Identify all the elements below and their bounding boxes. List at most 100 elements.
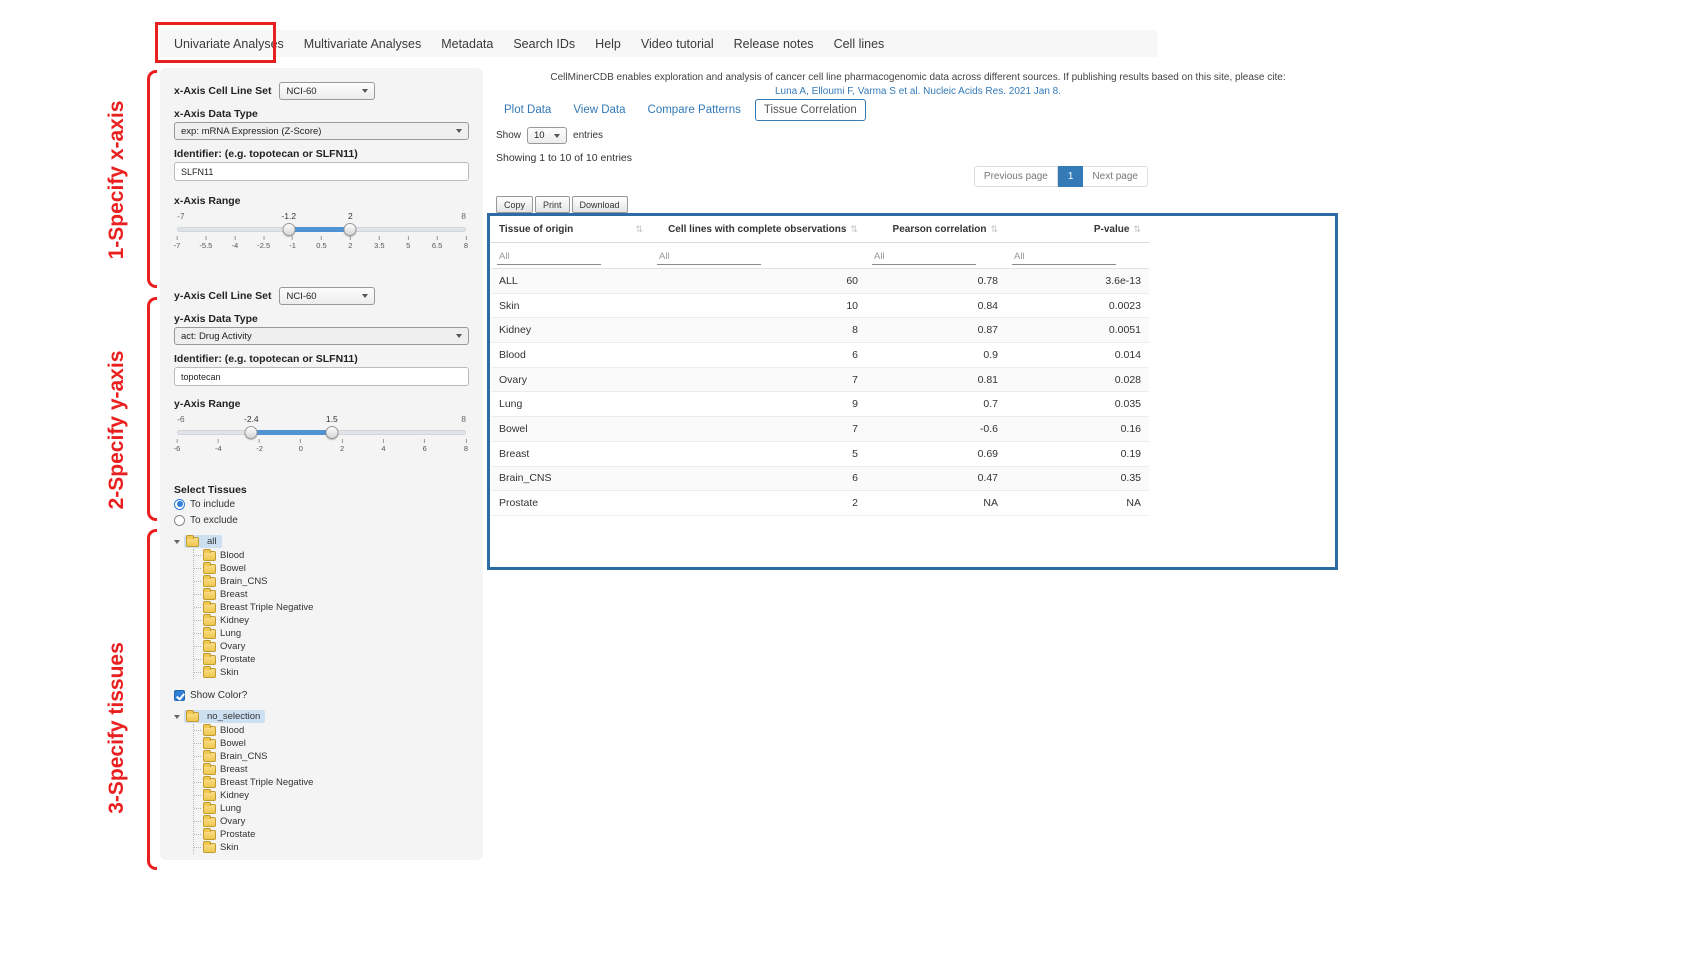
tree-item-breast-triple-negative[interactable]: Breast Triple Negative (194, 776, 469, 789)
tree-item-bowel[interactable]: Bowel (194, 562, 469, 575)
x-cell-line-set-select[interactable]: NCI-60 (279, 82, 375, 100)
nav-item-cell-lines[interactable]: Cell lines (824, 37, 895, 51)
radio-unchecked-icon[interactable] (174, 515, 185, 526)
citation-link[interactable]: Luna A, Elloumi F, Varma S et al. Nuclei… (490, 86, 1346, 97)
print-button[interactable]: Print (535, 196, 570, 213)
slider-active-bar (251, 430, 332, 435)
tree-item-ovary[interactable]: Ovary (194, 815, 469, 828)
previous-page-button[interactable]: Previous page (974, 166, 1058, 187)
x-range-slider[interactable]: -7 8 -1.2 2 -7-5.5-4-2.5-10.523.556.58 (177, 223, 466, 236)
tree-item-label: Lung (220, 803, 241, 814)
column-header-p-value[interactable]: P-value⇅ (1006, 224, 1149, 235)
tree-item-kidney[interactable]: Kidney (194, 614, 469, 627)
tree-item-blood[interactable]: Blood (194, 549, 469, 562)
tab-plot-data[interactable]: Plot Data (496, 100, 559, 120)
slider-handle-from[interactable] (245, 426, 258, 439)
checkbox-checked-icon[interactable] (174, 690, 185, 701)
select-value: act: Drug Activity (181, 331, 252, 342)
tree-root-node[interactable]: no_selection (184, 710, 265, 723)
slider-handle-to[interactable] (325, 426, 338, 439)
tree-item-label: Breast (220, 589, 247, 600)
include-tree-root[interactable]: all (174, 534, 469, 549)
tree-item-breast[interactable]: Breast (194, 763, 469, 776)
column-header-cell-lines-with-complete-observations[interactable]: Cell lines with complete observations⇅ (651, 224, 866, 235)
copy-button[interactable]: Copy (496, 196, 533, 213)
table-header-row: Tissue of origin⇅Cell lines with complet… (491, 217, 1149, 243)
x-data-type-select[interactable]: exp: mRNA Expression (Z-Score) (174, 122, 469, 140)
slider-tick: 6.5 (432, 236, 442, 250)
tab-tissue-correlation[interactable]: Tissue Correlation (755, 99, 866, 121)
slider-tick: -1 (289, 236, 296, 250)
tab-view-data[interactable]: View Data (565, 100, 633, 120)
color-tree-root[interactable]: no_selection (174, 709, 469, 724)
nav-item-metadata[interactable]: Metadata (431, 37, 503, 51)
tree-item-breast-triple-negative[interactable]: Breast Triple Negative (194, 601, 469, 614)
cell-value: -0.6 (866, 423, 1006, 435)
next-page-button[interactable]: Next page (1083, 166, 1148, 187)
filter-input-cell-lines-with-complete-observations[interactable] (657, 249, 761, 265)
column-header-tissue-of-origin[interactable]: Tissue of origin⇅ (491, 224, 651, 235)
expand-icon[interactable] (174, 715, 180, 719)
nav-item-help[interactable]: Help (585, 37, 631, 51)
tree-root-node[interactable]: all (184, 535, 222, 548)
column-header-label: Cell lines with complete observations (668, 224, 846, 235)
filter-input-tissue-of-origin[interactable] (497, 249, 601, 265)
radio-checked-icon[interactable] (174, 499, 185, 510)
tree-item-prostate[interactable]: Prostate (194, 653, 469, 666)
filter-cell (651, 246, 866, 265)
cell-value: 0.0023 (1006, 300, 1149, 312)
download-button[interactable]: Download (572, 196, 628, 213)
filter-input-p-value[interactable] (1012, 249, 1116, 265)
y-cell-line-set-select[interactable]: NCI-60 (279, 287, 375, 305)
radio-to-exclude[interactable]: To exclude (174, 512, 469, 528)
tree-item-lung[interactable]: Lung (194, 627, 469, 640)
tree-item-kidney[interactable]: Kidney (194, 789, 469, 802)
page-1-button[interactable]: 1 (1058, 166, 1084, 187)
slider-tick: 0.5 (316, 236, 326, 250)
y-range-slider-wrap: -6 8 -2.4 1.5 -6-4-202468 (174, 426, 469, 470)
tree-item-bowel[interactable]: Bowel (194, 737, 469, 750)
tick-mark (408, 236, 409, 240)
y-cell-line-set-row: y-Axis Cell Line Set NCI-60 (174, 287, 469, 305)
tab-compare-patterns[interactable]: Compare Patterns (640, 100, 749, 120)
tick-label: -7 (174, 241, 181, 250)
tree-item-breast[interactable]: Breast (194, 588, 469, 601)
color-tissue-tree: no_selection BloodBowelBrain_CNSBreastBr… (174, 709, 469, 854)
tree-item-label: Bowel (220, 738, 246, 749)
nav-item-search-ids[interactable]: Search IDs (503, 37, 585, 51)
column-header-pearson-correlation[interactable]: Pearson correlation⇅ (866, 224, 1006, 235)
folder-icon (186, 537, 199, 547)
nav-item-release-notes[interactable]: Release notes (724, 37, 824, 51)
slider-to-label: 2 (348, 211, 353, 221)
control-panel: x-Axis Cell Line Set NCI-60 x-Axis Data … (160, 68, 483, 860)
select-value: NCI-60 (286, 86, 316, 97)
table-row-bowel: Bowel7-0.60.16 (491, 417, 1149, 442)
slider-handle-from[interactable] (282, 223, 295, 236)
filter-input-pearson-correlation[interactable] (872, 249, 976, 265)
folder-icon (203, 564, 216, 574)
show-color-checkbox-row[interactable]: Show Color? (174, 687, 469, 703)
tick-mark (437, 236, 438, 240)
expand-icon[interactable] (174, 540, 180, 544)
y-data-type-select[interactable]: act: Drug Activity (174, 327, 469, 345)
radio-to-include[interactable]: To include (174, 496, 469, 512)
tree-item-label: Breast Triple Negative (220, 602, 313, 613)
tree-item-lung[interactable]: Lung (194, 802, 469, 815)
tree-item-brain-cns[interactable]: Brain_CNS (194, 575, 469, 588)
tree-item-label: Breast Triple Negative (220, 777, 313, 788)
slider-handle-to[interactable] (344, 223, 357, 236)
x-identifier-input[interactable] (174, 162, 469, 181)
tree-item-skin[interactable]: Skin (194, 841, 469, 854)
tree-item-label: Blood (220, 550, 244, 561)
tree-item-brain-cns[interactable]: Brain_CNS (194, 750, 469, 763)
y-range-slider[interactable]: -6 8 -2.4 1.5 -6-4-202468 (177, 426, 466, 439)
tree-item-prostate[interactable]: Prostate (194, 828, 469, 841)
tree-item-ovary[interactable]: Ovary (194, 640, 469, 653)
y-identifier-input[interactable] (174, 367, 469, 386)
chevron-down-icon (456, 334, 462, 338)
nav-item-multivariate-analyses[interactable]: Multivariate Analyses (294, 37, 431, 51)
tree-item-skin[interactable]: Skin (194, 666, 469, 679)
tree-item-blood[interactable]: Blood (194, 724, 469, 737)
nav-item-video-tutorial[interactable]: Video tutorial (631, 37, 724, 51)
entries-select[interactable]: 10 (527, 127, 567, 144)
